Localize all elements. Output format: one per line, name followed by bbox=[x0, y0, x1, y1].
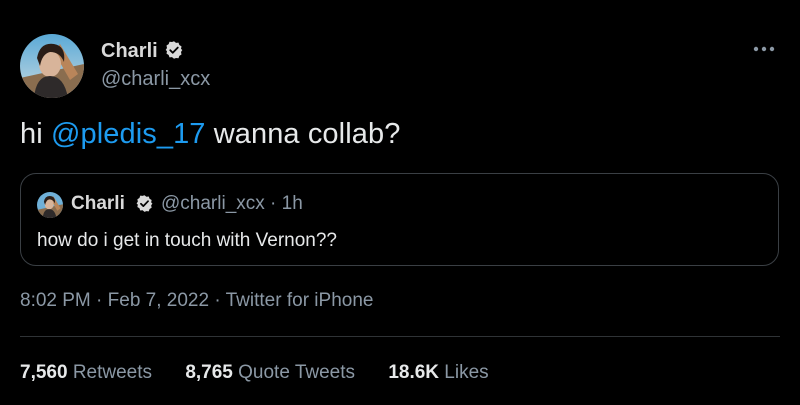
engagement-stats: 7,560 Retweets 8,765 Quote Tweets 18.6K … bbox=[20, 362, 517, 384]
meta-separator: · bbox=[209, 290, 226, 311]
quoted-tweet-text: how do i get in touch with Vernon?? bbox=[37, 230, 337, 251]
tweet-body: hi @pledis_17 wanna collab? bbox=[20, 118, 400, 151]
tweet-date[interactable]: Feb 7, 2022 bbox=[108, 290, 209, 311]
likes-label: Likes bbox=[444, 362, 489, 383]
retweets-stat[interactable]: 7,560 Retweets bbox=[20, 362, 152, 384]
quoted-meta: @charli_xcx · 1h bbox=[161, 193, 303, 215]
profile-photo-icon bbox=[37, 192, 63, 218]
profile-photo-icon bbox=[20, 34, 84, 98]
quoted-author-avatar bbox=[37, 192, 63, 218]
author-name[interactable]: Charli bbox=[101, 40, 158, 63]
author-handle[interactable]: @charli_xcx bbox=[101, 68, 210, 91]
quoted-author-handle: @charli_xcx bbox=[161, 193, 265, 214]
retweets-label: Retweets bbox=[72, 362, 153, 383]
tweet-time[interactable]: 8:02 PM bbox=[20, 290, 91, 311]
likes-stat[interactable]: 18.6K Likes bbox=[388, 362, 488, 384]
retweets-count: 7,560 bbox=[20, 362, 68, 383]
author-avatar[interactable] bbox=[20, 34, 84, 98]
likes-count: 18.6K bbox=[388, 362, 440, 383]
quote-tweets-label: Quote Tweets bbox=[238, 362, 356, 383]
meta-separator: · bbox=[264, 193, 282, 214]
quote-tweets-count: 8,765 bbox=[185, 362, 233, 383]
tweet-source[interactable]: Twitter for iPhone bbox=[226, 290, 374, 311]
quote-tweets-stat[interactable]: 8,765 Quote Tweets bbox=[185, 362, 355, 384]
mention-link[interactable]: @pledis_17 bbox=[51, 118, 206, 150]
quoted-tweet-card[interactable]: Charli @charli_xcx · 1h how do i get in … bbox=[20, 173, 779, 266]
tweet-metadata: 8:02 PM · Feb 7, 2022 · Twitter for iPho… bbox=[20, 290, 373, 312]
tweet-text-suffix: wanna collab? bbox=[205, 118, 401, 150]
quoted-age: 1h bbox=[281, 193, 303, 214]
tweet-detail: Charli @charli_xcx hi @pledis_17 wanna c… bbox=[0, 0, 800, 405]
verified-badge-icon bbox=[165, 41, 183, 59]
quoted-author-name: Charli bbox=[71, 193, 125, 214]
divider bbox=[20, 336, 780, 337]
meta-separator: · bbox=[90, 290, 108, 311]
tweet-text-prefix: hi bbox=[20, 118, 51, 150]
verified-badge-icon bbox=[136, 195, 153, 212]
ellipsis-icon[interactable] bbox=[751, 40, 777, 58]
